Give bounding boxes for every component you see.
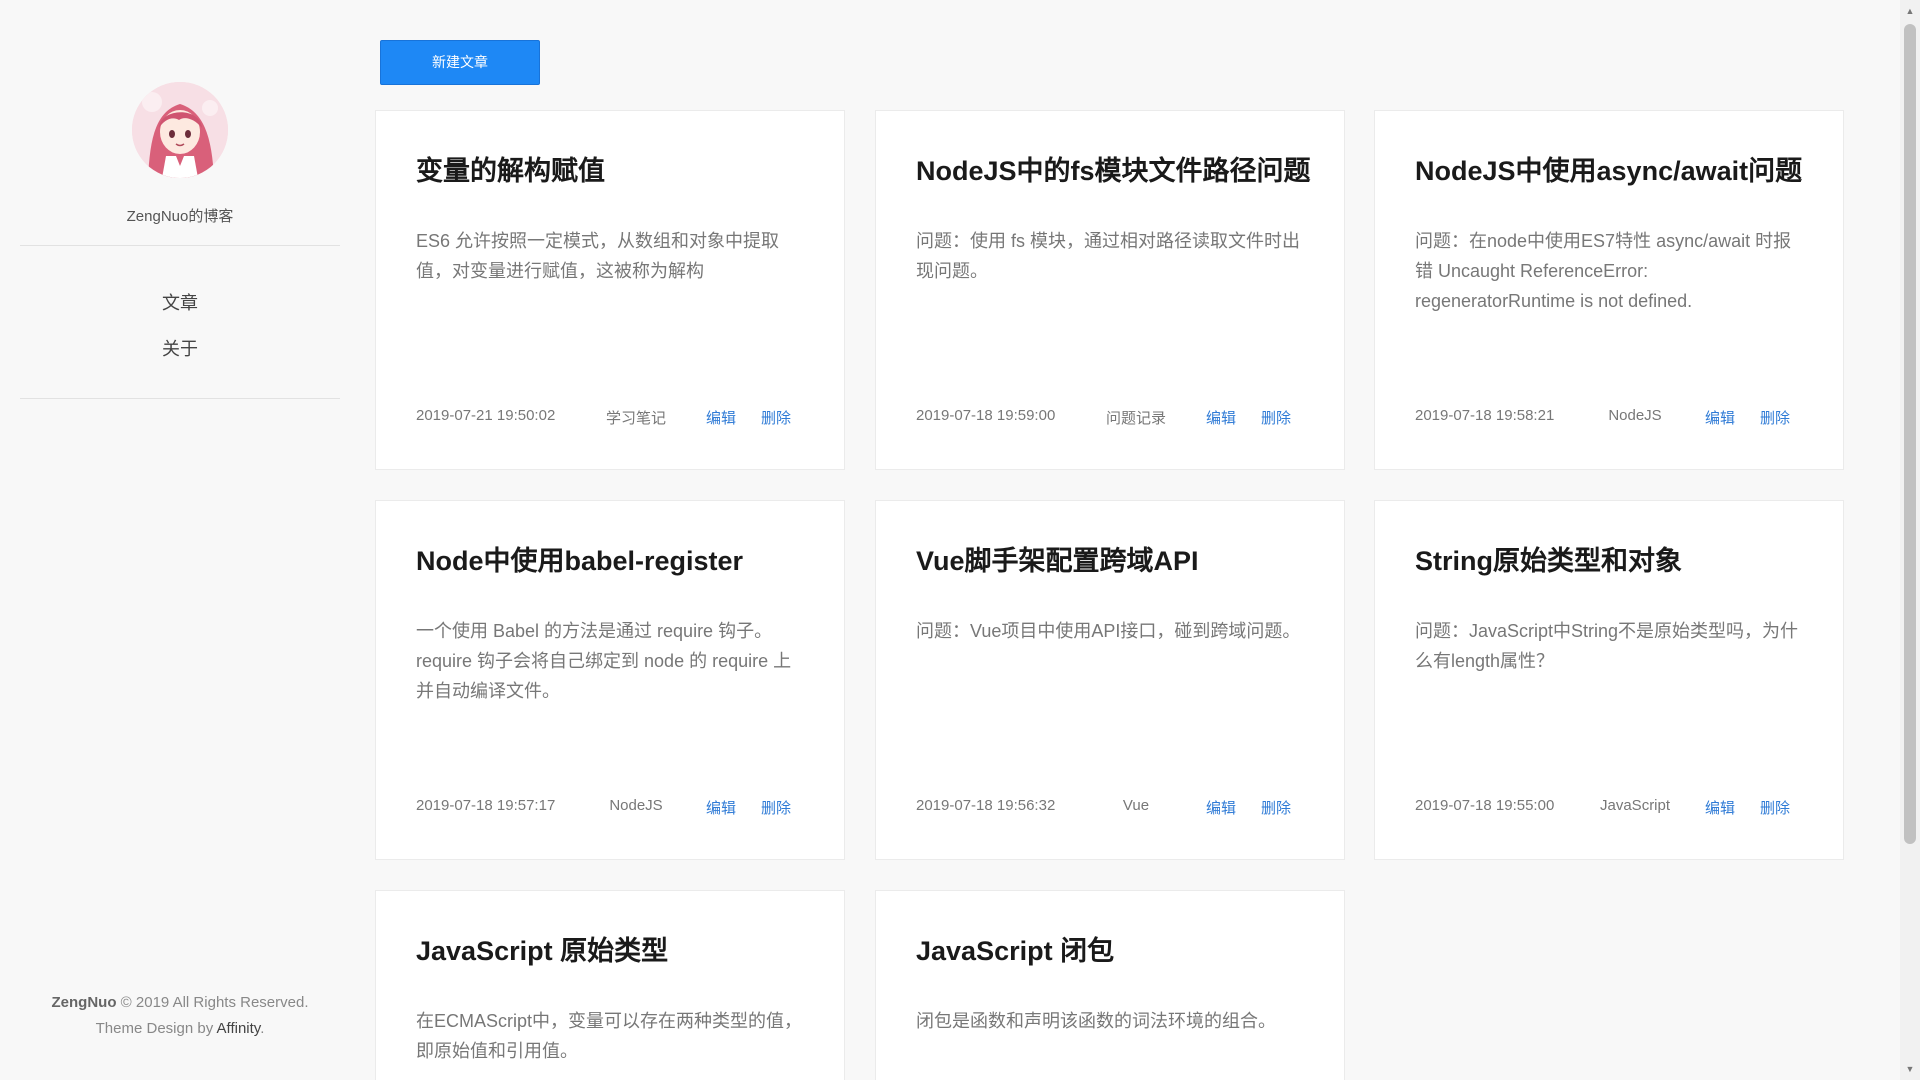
footer-copyright: ZengNuo © 2019 All Rights Reserved. [0,990,360,1016]
post-category: 学习笔记 [605,410,666,427]
post-title[interactable]: JavaScript 原始类型 [416,929,824,968]
delete-link[interactable]: 删除 [1261,407,1291,428]
post-category: Vue [1122,797,1150,814]
new-post-button[interactable]: 新建文章 [380,40,540,85]
post-card[interactable]: Vue脚手架配置跨域API 问题：Vue项目中使用API接口，碰到跨域问题。 2… [875,500,1345,860]
post-meta: 2019-07-21 19:50:02 学习笔记 编辑 删除 [416,407,816,431]
edit-link[interactable]: 编辑 [1705,797,1735,818]
post-date: 2019-07-18 19:55:00 [1415,797,1555,814]
post-card[interactable]: Node中使用babel-register 一个使用 Babel 的方法是通过 … [375,500,845,860]
post-summary: 问题：使用 fs 模块，通过相对路径读取文件时出现问题。 [916,231,1301,281]
delete-link[interactable]: 删除 [1760,407,1790,428]
post-summary: ES6 允许按照一定模式，从数组和对象中提取值，对变量进行赋值，这被称为解构 [416,231,780,281]
post-summary: 一个使用 Babel 的方法是通过 require 钩子。require 钩子会… [416,621,792,701]
post-meta: 2019-07-18 19:57:17 NodeJS 编辑 删除 [416,797,816,821]
post-title[interactable]: Node中使用babel-register [416,539,824,578]
post-title[interactable]: NodeJS中的fs模块文件路径问题 [916,149,1324,188]
post-title[interactable]: String原始类型和对象 [1415,539,1823,578]
avatar[interactable] [132,82,228,178]
vertical-scrollbar[interactable]: ▲ ▼ [1900,0,1920,1080]
post-date: 2019-07-18 19:57:17 [416,797,556,814]
post-card[interactable]: NodeJS中使用async/await问题 问题：在node中使用ES7特性 … [1374,110,1844,470]
footer-theme-link[interactable]: Affinity [217,1020,261,1037]
footer: ZengNuo © 2019 All Rights Reserved. Them… [0,990,360,1042]
post-card[interactable]: NodeJS中的fs模块文件路径问题 问题：使用 fs 模块，通过相对路径读取文… [875,110,1345,470]
delete-link[interactable]: 删除 [761,797,791,818]
delete-link[interactable]: 删除 [1261,797,1291,818]
post-meta: 2019-07-18 19:59:00 问题记录 编辑 删除 [916,407,1316,431]
sidebar-divider-bottom [20,398,340,399]
blog-name: ZengNuo的博客 [126,208,234,225]
post-date: 2019-07-18 19:56:32 [916,797,1056,814]
nav-item-about[interactable]: 关于 [0,335,360,361]
post-title[interactable]: JavaScript 闭包 [916,929,1324,968]
post-category: JavaScript [1600,797,1671,814]
sidebar: ZengNuo的博客 文章 关于 ZengNuo © 2019 All Righ… [0,0,360,1080]
scroll-down-arrow-icon[interactable]: ▼ [1900,1060,1920,1078]
post-meta: 2019-07-18 19:56:32 Vue 编辑 删除 [916,797,1316,821]
post-card[interactable]: JavaScript 原始类型 在ECMAScript中，变量可以存在两种类型的… [375,890,845,1080]
post-meta: 2019-07-18 19:55:00 JavaScript 编辑 删除 [1415,797,1815,821]
scrollbar-thumb[interactable] [1904,24,1916,844]
scroll-up-arrow-icon[interactable]: ▲ [1900,2,1920,20]
post-date: 2019-07-18 19:58:21 [1415,407,1555,424]
edit-link[interactable]: 编辑 [1206,797,1236,818]
post-date: 2019-07-21 19:50:02 [416,407,556,424]
post-card[interactable]: JavaScript 闭包 闭包是函数和声明该函数的词法环境的组合。 [875,890,1345,1080]
footer-theme: Theme Design by Affinity. [0,1016,360,1042]
sidebar-divider-top [20,245,340,246]
footer-theme-suffix: . [260,1020,265,1037]
delete-link[interactable]: 删除 [761,407,791,428]
delete-link[interactable]: 删除 [1760,797,1790,818]
post-summary: 闭包是函数和声明该函数的词法环境的组合。 [916,1011,1276,1031]
footer-theme-prefix: Theme Design by [95,1020,217,1037]
nav-item-articles[interactable]: 文章 [0,289,360,315]
post-category: 问题记录 [1105,410,1166,427]
post-summary: 问题：JavaScript中String不是原始类型吗，为什么有length属性… [1415,621,1799,671]
avatar-image [132,82,228,178]
edit-link[interactable]: 编辑 [1206,407,1236,428]
post-card[interactable]: 变量的解构赋值 ES6 允许按照一定模式，从数组和对象中提取值，对变量进行赋值，… [375,110,845,470]
post-card[interactable]: String原始类型和对象 问题：JavaScript中String不是原始类型… [1374,500,1844,860]
post-title[interactable]: 变量的解构赋值 [416,149,824,188]
edit-link[interactable]: 编辑 [1705,407,1735,428]
post-title[interactable]: Vue脚手架配置跨域API [916,539,1324,578]
post-summary: 问题：在node中使用ES7特性 async/await 时报错 Uncaugh… [1415,231,1792,311]
post-title[interactable]: NodeJS中使用async/await问题 [1415,149,1823,188]
post-summary: 问题：Vue项目中使用API接口，碰到跨域问题。 [916,621,1301,641]
edit-link[interactable]: 编辑 [706,407,736,428]
post-category: NodeJS [609,797,663,814]
edit-link[interactable]: 编辑 [706,797,736,818]
post-category: NodeJS [1608,407,1662,424]
post-date: 2019-07-18 19:59:00 [916,407,1056,424]
post-summary: 在ECMAScript中，变量可以存在两种类型的值，即原始值和引用值。 [416,1011,803,1061]
post-meta: 2019-07-18 19:58:21 NodeJS 编辑 删除 [1415,407,1815,431]
footer-author: ZengNuo [51,994,117,1011]
footer-copyright-text: © 2019 All Rights Reserved. [116,994,309,1011]
